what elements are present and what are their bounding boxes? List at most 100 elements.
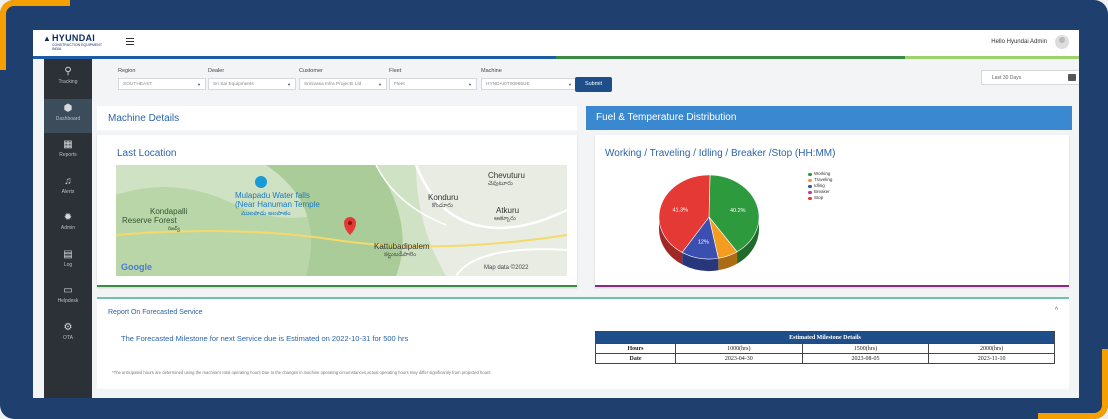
sidebar-item-label: Alerts: [61, 188, 75, 195]
map-label-kondapalli: Kondapalli: [150, 207, 188, 216]
legend-label: Working: [814, 171, 831, 176]
hyundai-logo[interactable]: ▲ HYUNDAI CONSTRUCTION EQUIPMENT INDIA: [43, 33, 123, 53]
submit-button[interactable]: Submit: [575, 77, 612, 92]
accent-segment: [555, 56, 731, 59]
app-screen: ▲ HYUNDAI CONSTRUCTION EQUIPMENT INDIA H…: [33, 30, 1079, 398]
pie-legend: Working Traveling Idling Breaker Stop: [808, 171, 832, 201]
accent-segment: [730, 56, 905, 59]
fleet-label: Fleet: [389, 68, 402, 74]
pie-data-label: 41.3%: [672, 208, 688, 214]
machine-select[interactable]: HYNDAI0T00965UE ▼: [481, 78, 577, 90]
monitor-icon: ▭: [63, 285, 73, 296]
activity-chart-panel: Working / Traveling / Idling / Breaker /…: [595, 135, 1069, 287]
customer-select[interactable]: Srinivasa Infra Projects Ltd ▼: [299, 78, 387, 90]
table-cell: 2000(hrs): [928, 343, 1055, 354]
last-location-panel: Last Location Chevuturu చెవుటూరు Mulapad…: [97, 135, 577, 287]
legend-swatch: [808, 196, 812, 200]
dealer-select[interactable]: Sri Sai Equipments ▼: [208, 78, 296, 90]
chevron-down-icon: ▼: [468, 82, 472, 87]
dashboard-icon: ⬢: [63, 102, 73, 114]
sidebar-item-label: Admin: [60, 225, 76, 231]
map-label-kattubadipalem: Kattubadipalem: [374, 242, 430, 251]
legend-swatch: [808, 178, 812, 182]
user-greeting: Hello Hyundai Admin: [991, 39, 1047, 45]
avatar[interactable]: [1055, 35, 1069, 49]
milestone-table: Estimated Milestone Details Hours 1000(h…: [595, 331, 1055, 364]
legend-label: Stop: [814, 195, 824, 200]
date-range-select[interactable]: Last 30 Days: [981, 70, 1079, 85]
chevron-down-icon: ▼: [378, 82, 382, 87]
logo-name: HYUNDAI: [52, 33, 96, 43]
map-label-reserve-local: రిజర్వ్: [168, 226, 180, 232]
sidebar-item-log[interactable]: ▤ Log: [44, 245, 92, 279]
legend-label: Idling: [814, 183, 825, 188]
region-label: Region: [118, 68, 136, 74]
map-label-atkuru-local: ఆత్కూరు: [494, 216, 516, 222]
map-label-kattubadipalem-local: కట్టుబడిపాలెం: [384, 252, 417, 258]
sidebar-item-alerts[interactable]: ♫ Alerts: [44, 172, 92, 206]
fuel-temp-title: Fuel & Temperature Distribution: [596, 112, 737, 123]
logo-subtitle: CONSTRUCTION EQUIPMENT INDIA: [52, 43, 102, 51]
location-map[interactable]: Chevuturu చెవుటూరు Mulapadu Water falls …: [116, 165, 567, 276]
table-cell: 1500(hrs): [801, 343, 930, 354]
log-icon: ▤: [63, 248, 73, 260]
report-title: Report On Forecasted Service: [108, 309, 203, 316]
map-label-konduru-local: కొండూరు: [432, 203, 453, 209]
fuel-temp-header[interactable]: Fuel & Temperature Distribution: [586, 106, 1072, 130]
hamburger-menu-icon[interactable]: [126, 38, 134, 45]
reports-icon: ▦: [63, 139, 73, 150]
settings-cog-icon: ⚙: [63, 321, 73, 333]
table-row: Date 2023-04-30 2023-08-05 2023-11-10: [595, 353, 1055, 364]
top-bar: ▲ HYUNDAI CONSTRUCTION EQUIPMENT INDIA H…: [33, 30, 1079, 56]
accent-segment: [381, 56, 556, 59]
pie-data-label: 40.2%: [730, 208, 746, 214]
map-label-mulapadu-local: ములపాడు జలపాతం: [241, 211, 291, 217]
sidebar-item-label: Reports: [59, 152, 77, 158]
collapse-chevron-icon[interactable]: ^: [1055, 307, 1058, 314]
region-select[interactable]: SOUTHEAST ▼: [118, 78, 206, 90]
legend-swatch: [808, 172, 812, 176]
map-label-chevuturu: Chevuturu: [488, 171, 525, 180]
accent-segment: [904, 56, 1079, 59]
map-data-attribution: Map data ©2022: [484, 265, 529, 271]
sidebar-item-ota[interactable]: ⚙ OTA: [44, 318, 92, 352]
gear-icon: ✹: [63, 212, 73, 223]
map-label-konduru: Konduru: [428, 193, 459, 202]
legend-label: Traveling: [814, 177, 833, 182]
sidebar-item-reports[interactable]: ▦ Reports: [44, 135, 92, 169]
row-header-date: Date: [595, 353, 676, 364]
google-logo: Google: [121, 262, 152, 272]
sidebar-item-label: Tracking: [58, 79, 78, 85]
legend-item-stop[interactable]: Stop: [808, 195, 832, 201]
table-cell: 2023-04-30: [675, 353, 803, 364]
map-label-mulapadu-2: (Near Hanuman Temple: [235, 200, 320, 209]
forecast-report-panel: Report On Forecasted Service ^ The Forec…: [97, 297, 1069, 389]
sidebar-item-admin[interactable]: ✹ Admin: [44, 208, 92, 242]
chevron-down-icon: ▼: [287, 82, 291, 87]
forecast-message: The Forecasted Milestone for next Servic…: [121, 334, 409, 343]
last-location-title: Last Location: [117, 148, 177, 159]
forecast-disclaimer: *The anticipated hours are determined us…: [112, 370, 491, 375]
customer-label: Customer: [299, 68, 323, 74]
bell-icon: ♫: [64, 175, 72, 187]
map-label-atkuru: Atkuru: [496, 206, 520, 215]
dealer-label: Dealer: [208, 68, 225, 74]
location-pin-icon: ⚲: [64, 66, 72, 77]
map-label-mulapadu: Mulapadu Water falls: [235, 191, 310, 200]
milestone-table-caption: Estimated Milestone Details: [595, 331, 1055, 344]
sidebar-item-tracking[interactable]: ⚲ Tracking: [44, 62, 92, 96]
sidebar: ⚲ Tracking ⬢ Dashboard ▦ Reports ♫ Alerts ✹ Admin…: [44, 59, 92, 398]
pie-chart[interactable]: 40.2% 12% 41.3%: [647, 165, 787, 285]
pie-data-label: 12%: [698, 240, 709, 246]
legend-swatch: [808, 190, 812, 194]
sidebar-item-label: Dashboard: [55, 115, 81, 122]
filter-bar: Region SOUTHEAST ▼ Dealer Sri Sai Equipme…: [103, 68, 1079, 98]
fleet-select[interactable]: Fleet ▼: [389, 78, 477, 90]
table-row: Hours 1000(hrs) 1500(hrs) 2000(hrs): [595, 343, 1055, 354]
legend-swatch: [808, 184, 812, 188]
map-label-reserve-forest: Reserve Forest: [122, 216, 177, 225]
chevron-down-icon: ▼: [197, 82, 201, 87]
sidebar-item-helpdesk[interactable]: ▭ Helpdesk: [44, 281, 92, 315]
row-header-hours: Hours: [595, 343, 676, 354]
sidebar-item-dashboard[interactable]: ⬢ Dashboard: [44, 98, 92, 133]
